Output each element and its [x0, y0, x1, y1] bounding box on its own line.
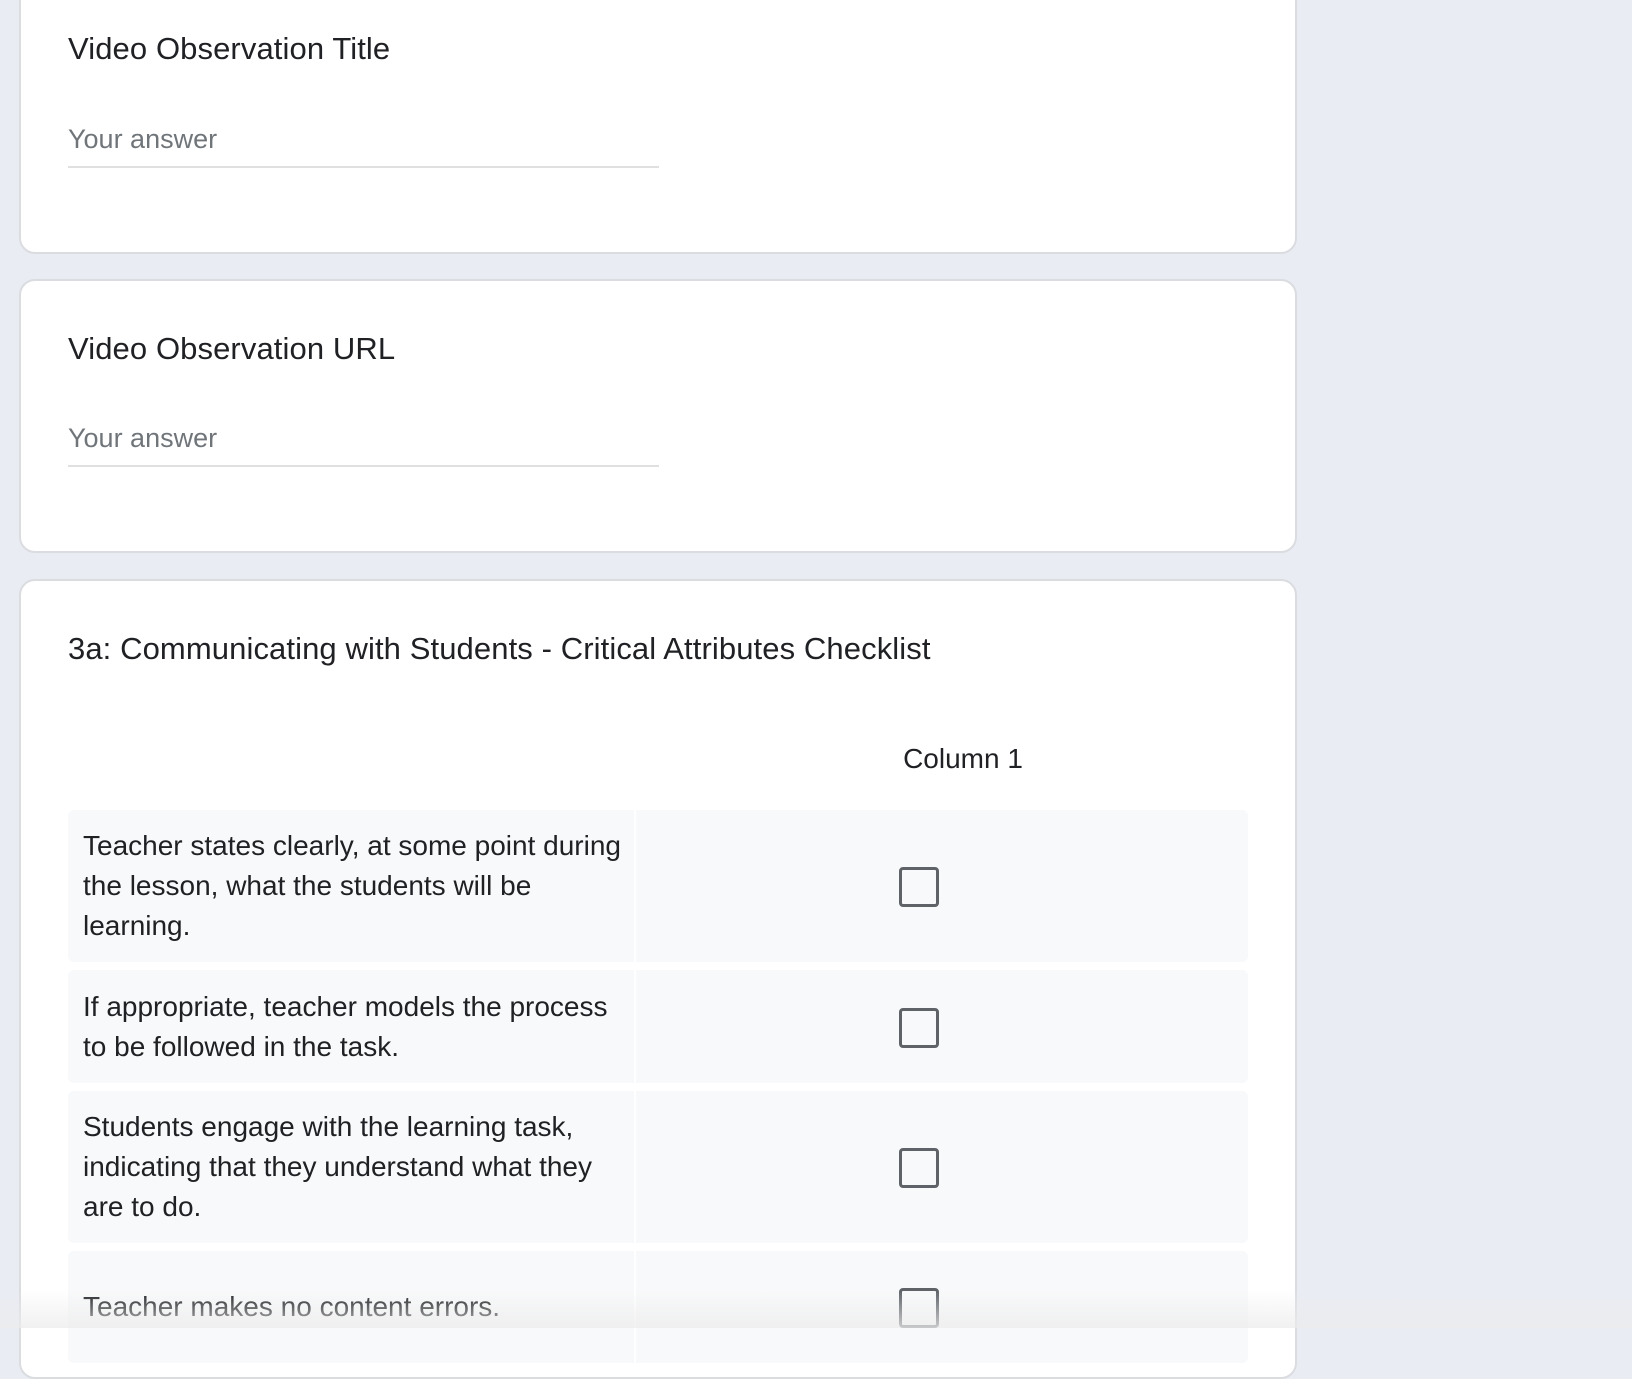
grid-row-label: If appropriate, teacher models the proce… [83, 990, 608, 1062]
grid-row-label: Students engage with the learning task, … [83, 1111, 593, 1222]
question-card-video-url: Video Observation URL [19, 279, 1297, 553]
checklist-title: 3a: Communicating with Students - Critic… [68, 631, 931, 666]
row-4-checkbox[interactable] [899, 1288, 939, 1328]
row-2-checkbox[interactable] [899, 1007, 939, 1048]
grid-row: Teacher states clearly, at some point du… [68, 810, 1248, 962]
row-1-checkbox[interactable] [899, 867, 939, 907]
video-url-input[interactable] [68, 417, 659, 465]
grid-cell [636, 1091, 1248, 1243]
answer-field-underline [68, 417, 659, 467]
answer-field-underline [68, 118, 659, 168]
question-card-video-title: Video Observation Title [19, 0, 1297, 254]
question-card-checklist: 3a: Communicating with Students - Critic… [19, 579, 1297, 1379]
question-title: Video Observation Title [68, 31, 391, 66]
grid-row: Students engage with the learning task, … [68, 1091, 1248, 1243]
grid-cell [636, 1251, 1248, 1363]
row-3-checkbox[interactable] [899, 1148, 939, 1188]
grid-row-label: Teacher makes no content errors. [83, 1291, 501, 1322]
grid-cell [636, 970, 1248, 1083]
video-title-input[interactable] [68, 118, 659, 166]
grid-row: Teacher makes no content errors. [68, 1251, 1248, 1363]
question-title: Video Observation URL [68, 331, 396, 366]
grid-row-label: Teacher states clearly, at some point du… [83, 830, 621, 941]
grid-row: If appropriate, teacher models the proce… [68, 970, 1248, 1083]
grid-cell [636, 810, 1248, 962]
grid-column-header: Column 1 [903, 743, 1023, 774]
